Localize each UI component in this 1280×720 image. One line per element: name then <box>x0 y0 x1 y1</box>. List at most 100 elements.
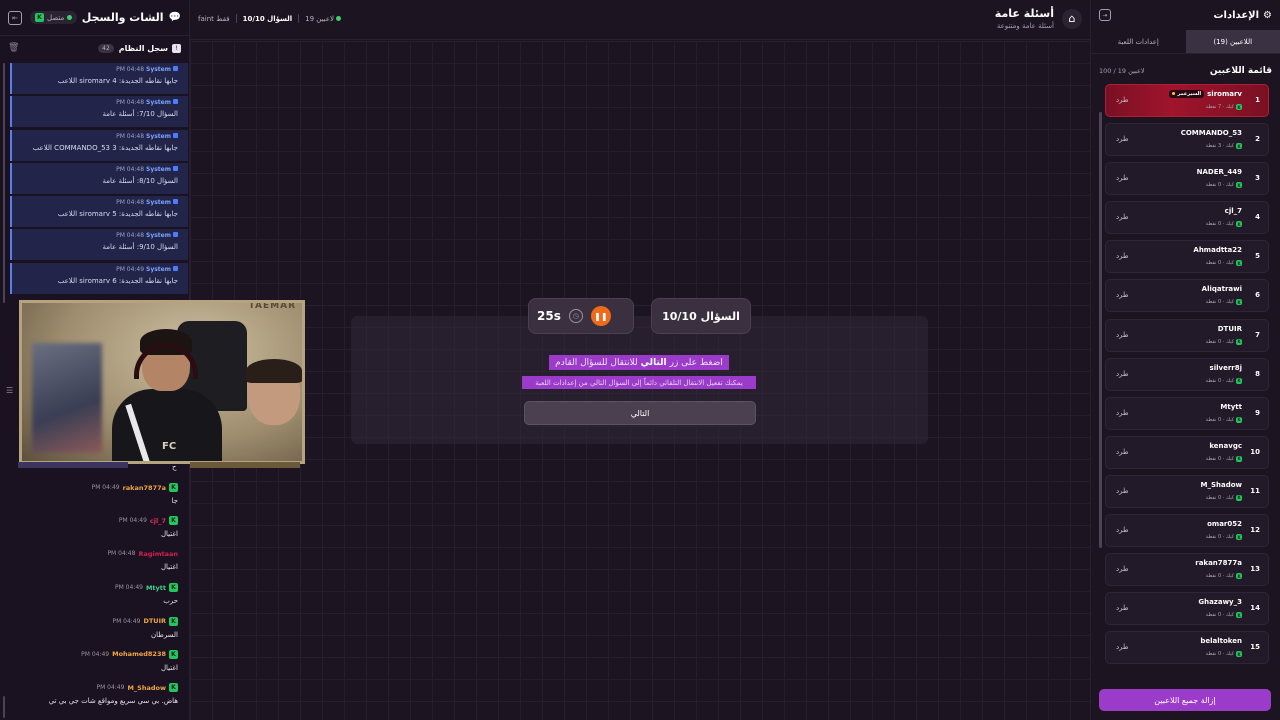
remove-all-players-button[interactable]: إزالة جميع اللاعبين <box>1099 689 1271 711</box>
chat-username[interactable]: Ragimtaan <box>138 550 178 558</box>
clock-icon: ◷ <box>568 309 583 323</box>
category-header: أسئلة عامة أسئلة عامة ومتنوعة ⌂ <box>995 7 1082 30</box>
player-name: silverr8j <box>1210 364 1242 372</box>
figure-hair <box>246 359 302 383</box>
webcam-frame-bar <box>18 462 128 468</box>
chat-username[interactable]: rakan7877a <box>123 484 166 492</box>
player-points-text: كيك · 3 نقطة <box>1205 143 1234 150</box>
collapse-panel-icon[interactable]: ⇤ <box>8 10 22 25</box>
kick-icon: K <box>1236 182 1242 189</box>
player-name: cjl_7 <box>1225 207 1242 215</box>
system-message-meta: PM 04:48 System <box>16 132 178 140</box>
chat-username[interactable]: Mohamed8238 <box>112 650 166 658</box>
player-name-text: M_Shadow <box>1200 480 1242 489</box>
kick-icon: K <box>1236 143 1242 150</box>
kick-player-button[interactable]: طرد <box>1116 526 1129 534</box>
player-name-text: Ghazawy_3 <box>1198 598 1242 607</box>
chat-username[interactable]: cjl_7 <box>150 517 166 525</box>
kick-player-button[interactable]: طرد <box>1116 331 1129 339</box>
chat-username[interactable]: Mtytt <box>146 584 166 592</box>
player-points-text: كيك · 0 نقطة <box>1205 338 1234 345</box>
chat-username[interactable]: M_Shadow <box>127 684 166 692</box>
msg-time: PM 04:49 <box>91 484 120 491</box>
home-button[interactable]: ⌂ <box>1062 8 1082 29</box>
player-name: kenavgc <box>1209 442 1242 450</box>
tab-players[interactable]: اللاعبين (19) <box>1185 30 1280 54</box>
webcam-tag: TAEMAR <box>248 301 296 311</box>
system-message: PM 04:49 System اللاعب siromarv جابها نق… <box>10 262 188 294</box>
chat-meta: PM 04:49 Mtytt K <box>0 583 178 593</box>
kick-player-button[interactable]: طرد <box>1116 174 1129 182</box>
chat-title-text: الشات والسجل <box>81 11 164 24</box>
gear-icon: ⚙ <box>1263 9 1272 21</box>
kick-player-button[interactable]: طرد <box>1116 252 1129 260</box>
kick-player-button[interactable]: طرد <box>1116 96 1129 104</box>
kick-player-button[interactable]: طرد <box>1116 135 1129 143</box>
chat-message: PM 04:49 Mohamed8238 K اغتيال <box>0 647 190 680</box>
system-icon <box>173 265 178 271</box>
kick-player-button[interactable]: طرد <box>1116 370 1129 378</box>
chat-username[interactable]: DTUIR <box>143 617 166 625</box>
webcam-overlay: FC TAEMAR <box>19 300 305 464</box>
msg-text: السؤال 7/10: أسئلة عامة <box>102 110 178 119</box>
system-log-bar: 🗑 42 سجل النظام ! <box>0 37 189 59</box>
scrollbar[interactable] <box>3 63 5 303</box>
system-message: PM 04:48 System اللاعب siromarv جابها نق… <box>10 63 188 94</box>
instruction-suffix: للانتقال للسؤال القادم <box>555 357 638 368</box>
player-name: M_Shadow <box>1200 481 1242 489</box>
player-name-text: cjl_7 <box>1224 207 1242 216</box>
player-points: كيك · 0 نقطة K <box>1206 534 1242 541</box>
system-log-title: سجل النظام <box>118 43 168 53</box>
system-icon <box>173 165 178 171</box>
player-card: طرد 6 Aliqatrawi كيك · 0 نقطة K <box>1105 279 1269 313</box>
trash-icon[interactable]: 🗑 <box>8 43 19 53</box>
scrollbar[interactable] <box>1099 112 1102 548</box>
tab-game-settings[interactable]: إعدادات اللعبة <box>1091 30 1186 54</box>
system-message: PM 04:48 System السؤال 7/10: أسئلة عامة <box>10 96 188 128</box>
question-number: السؤال 10/10 <box>651 298 751 334</box>
player-points-text: كيك · 0 نقطة <box>1205 651 1234 658</box>
second-figure <box>244 359 302 461</box>
kick-player-button[interactable]: طرد <box>1116 409 1129 417</box>
kick-icon: K <box>169 616 178 626</box>
chat-message: PM 04:49 rakan7877a K جا <box>0 480 190 513</box>
player-list: طرد 1 السيرعمر siromarv كيك · 7 نقطة K طرد 2 COM… <box>1105 84 1269 670</box>
kick-player-button[interactable]: طرد <box>1116 565 1129 573</box>
player-name-text: DTUIR <box>1217 324 1242 333</box>
kick-player-button[interactable]: طرد <box>1116 448 1129 456</box>
player-points-text: كيك · 0 نقطة <box>1205 612 1234 619</box>
kick-player-button[interactable]: طرد <box>1116 291 1129 299</box>
chat-messages: PM 04:49 rakan7877a K جا PM 04:49 cjl_7 K اغ… <box>0 480 190 714</box>
timer-seconds: 25s <box>537 309 561 323</box>
kick-player-button[interactable]: طرد <box>1116 643 1129 651</box>
player-name-text: Ahmadtta22 <box>1193 246 1242 255</box>
pause-button[interactable]: ❚❚ <box>590 306 611 326</box>
player-points: كيك · 0 نقطة K <box>1206 494 1242 501</box>
collapse-panel-icon[interactable]: ⇥ <box>1099 9 1111 21</box>
drag-handle-icon[interactable]: ☰ <box>6 386 13 395</box>
system-message-meta: PM 04:48 System <box>16 199 178 206</box>
kick-player-button[interactable]: طرد <box>1116 487 1129 495</box>
player-rank: 5 <box>1255 252 1260 261</box>
player-points: كيك · 0 نقطة K <box>1206 455 1242 462</box>
player-points: كيك · 3 نقطة K <box>1205 143 1242 150</box>
player-points: كيك · 0 نقطة K <box>1206 299 1242 306</box>
kick-icon: K <box>1236 416 1242 423</box>
top-status: faint فقط السؤال 10/10 19 لاعبين <box>198 14 342 23</box>
chat-title: الشات والسجل 💬 <box>82 11 181 24</box>
player-rank: 15 <box>1250 643 1260 652</box>
category-subtitle: أسئلة عامة ومتنوعة <box>996 22 1054 30</box>
player-points: كيك · 0 نقطة K <box>1206 573 1242 580</box>
kick-icon: K <box>1236 573 1242 580</box>
blurred-region <box>32 343 102 453</box>
system-message-meta: PM 04:48 System <box>16 232 178 239</box>
player-badge-text: السيرعمر <box>1177 91 1202 97</box>
player-points: كيك · 0 نقطة K <box>1205 651 1242 658</box>
kick-player-button[interactable]: طرد <box>1116 213 1129 221</box>
owner-only-label: faint فقط <box>198 14 230 23</box>
player-card: طرد 15 belaltoken كيك · 0 نقطة K <box>1105 631 1269 665</box>
player-name: NADER_449 <box>1197 168 1242 176</box>
next-button[interactable]: التالي <box>524 401 756 425</box>
kick-player-button[interactable]: طرد <box>1116 604 1129 612</box>
player-rank: 1 <box>1255 96 1260 104</box>
